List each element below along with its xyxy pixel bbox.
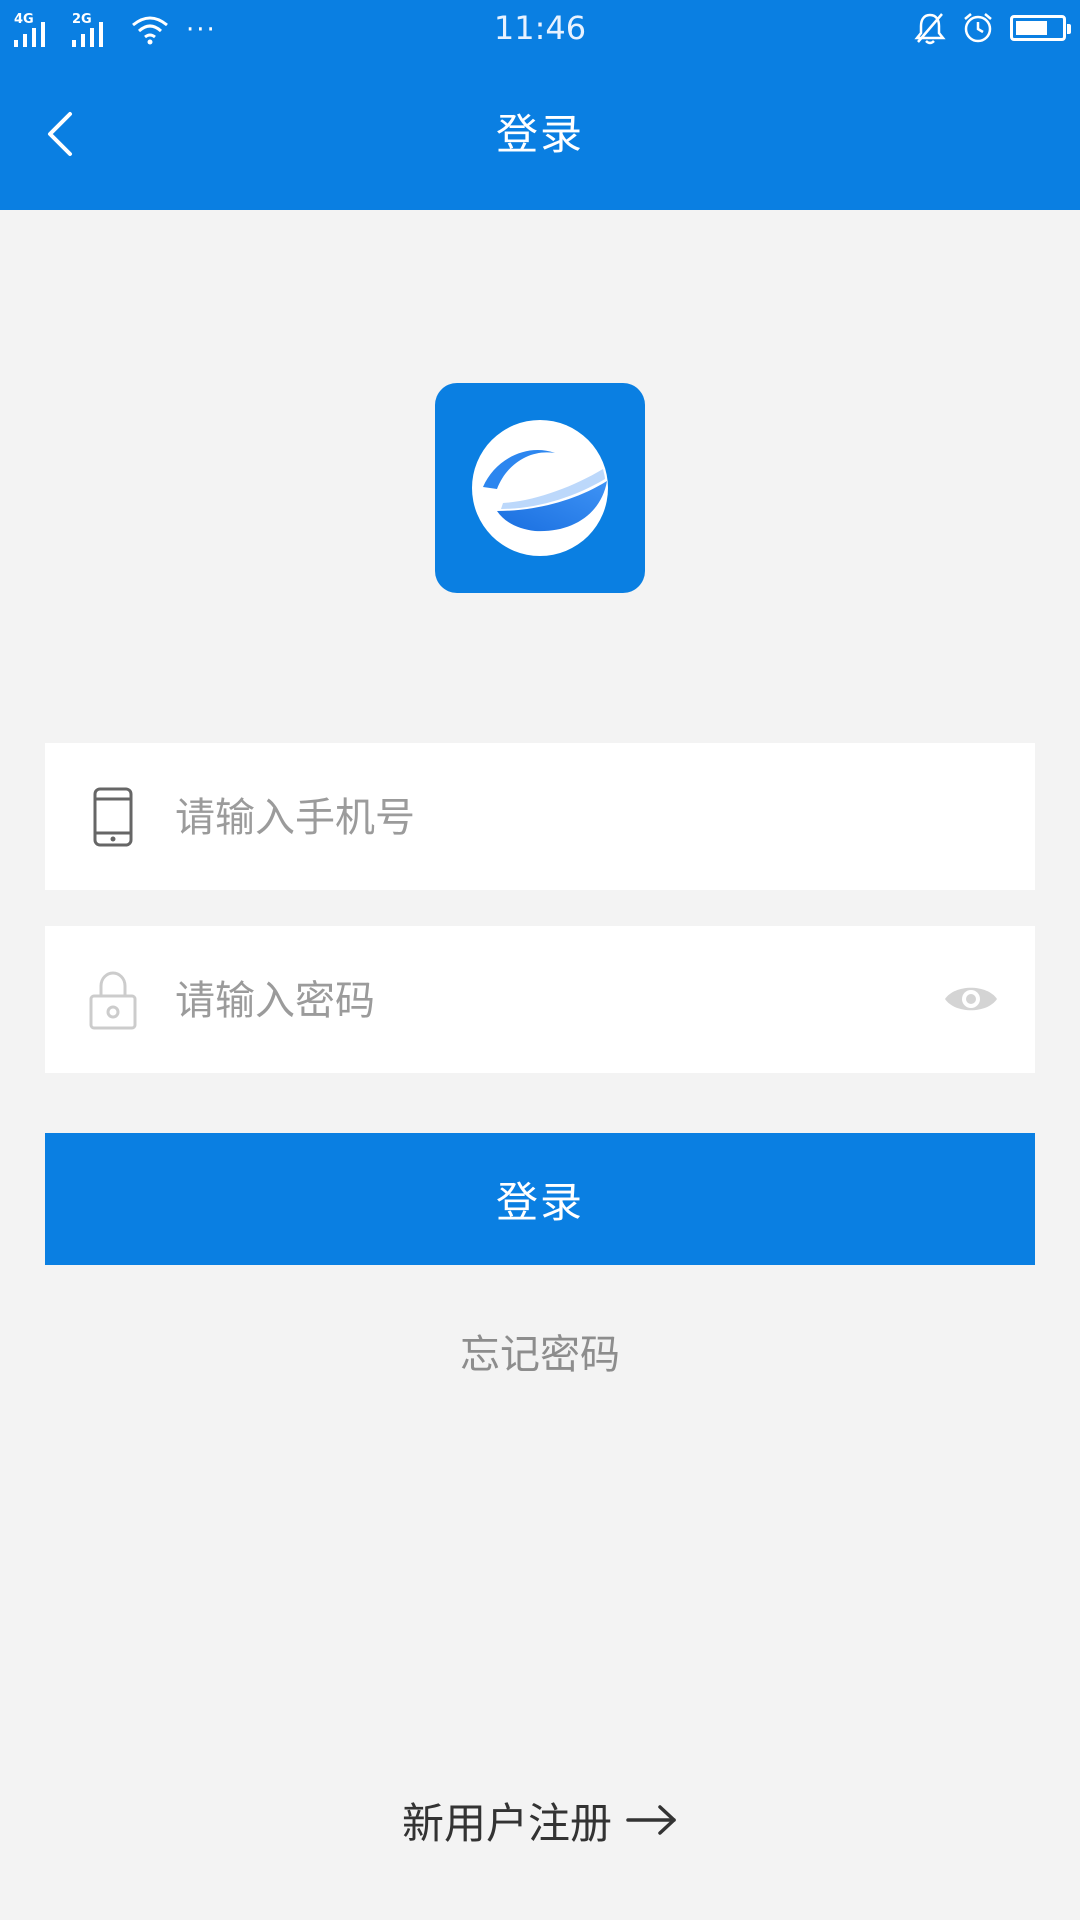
phone-field [45, 743, 1035, 892]
register-link[interactable]: 新用户注册 [0, 1790, 1080, 1850]
status-bar: 4G 2G ··· 11:46 [0, 0, 1080, 58]
forgot-password-link[interactable]: 忘记密码 [0, 1330, 1080, 1380]
app-e-logo-icon [435, 383, 645, 593]
lock-icon [89, 971, 137, 1030]
phone-input[interactable] [173, 743, 937, 892]
page-title: 登录 [495, 110, 584, 159]
register-label: 新用户注册 [401, 1798, 612, 1848]
bell-muted-icon [914, 13, 946, 45]
password-input[interactable] [173, 926, 937, 1075]
arrow-right-icon [626, 1805, 676, 1835]
eye-icon[interactable] [943, 976, 999, 1022]
password-field [45, 926, 1035, 1075]
alarm-icon [964, 13, 992, 43]
phone-icon [93, 787, 133, 847]
battery-icon [1010, 15, 1071, 41]
login-button[interactable]: 登录 [45, 1133, 1035, 1265]
app-bar: 登录 [0, 58, 1080, 210]
